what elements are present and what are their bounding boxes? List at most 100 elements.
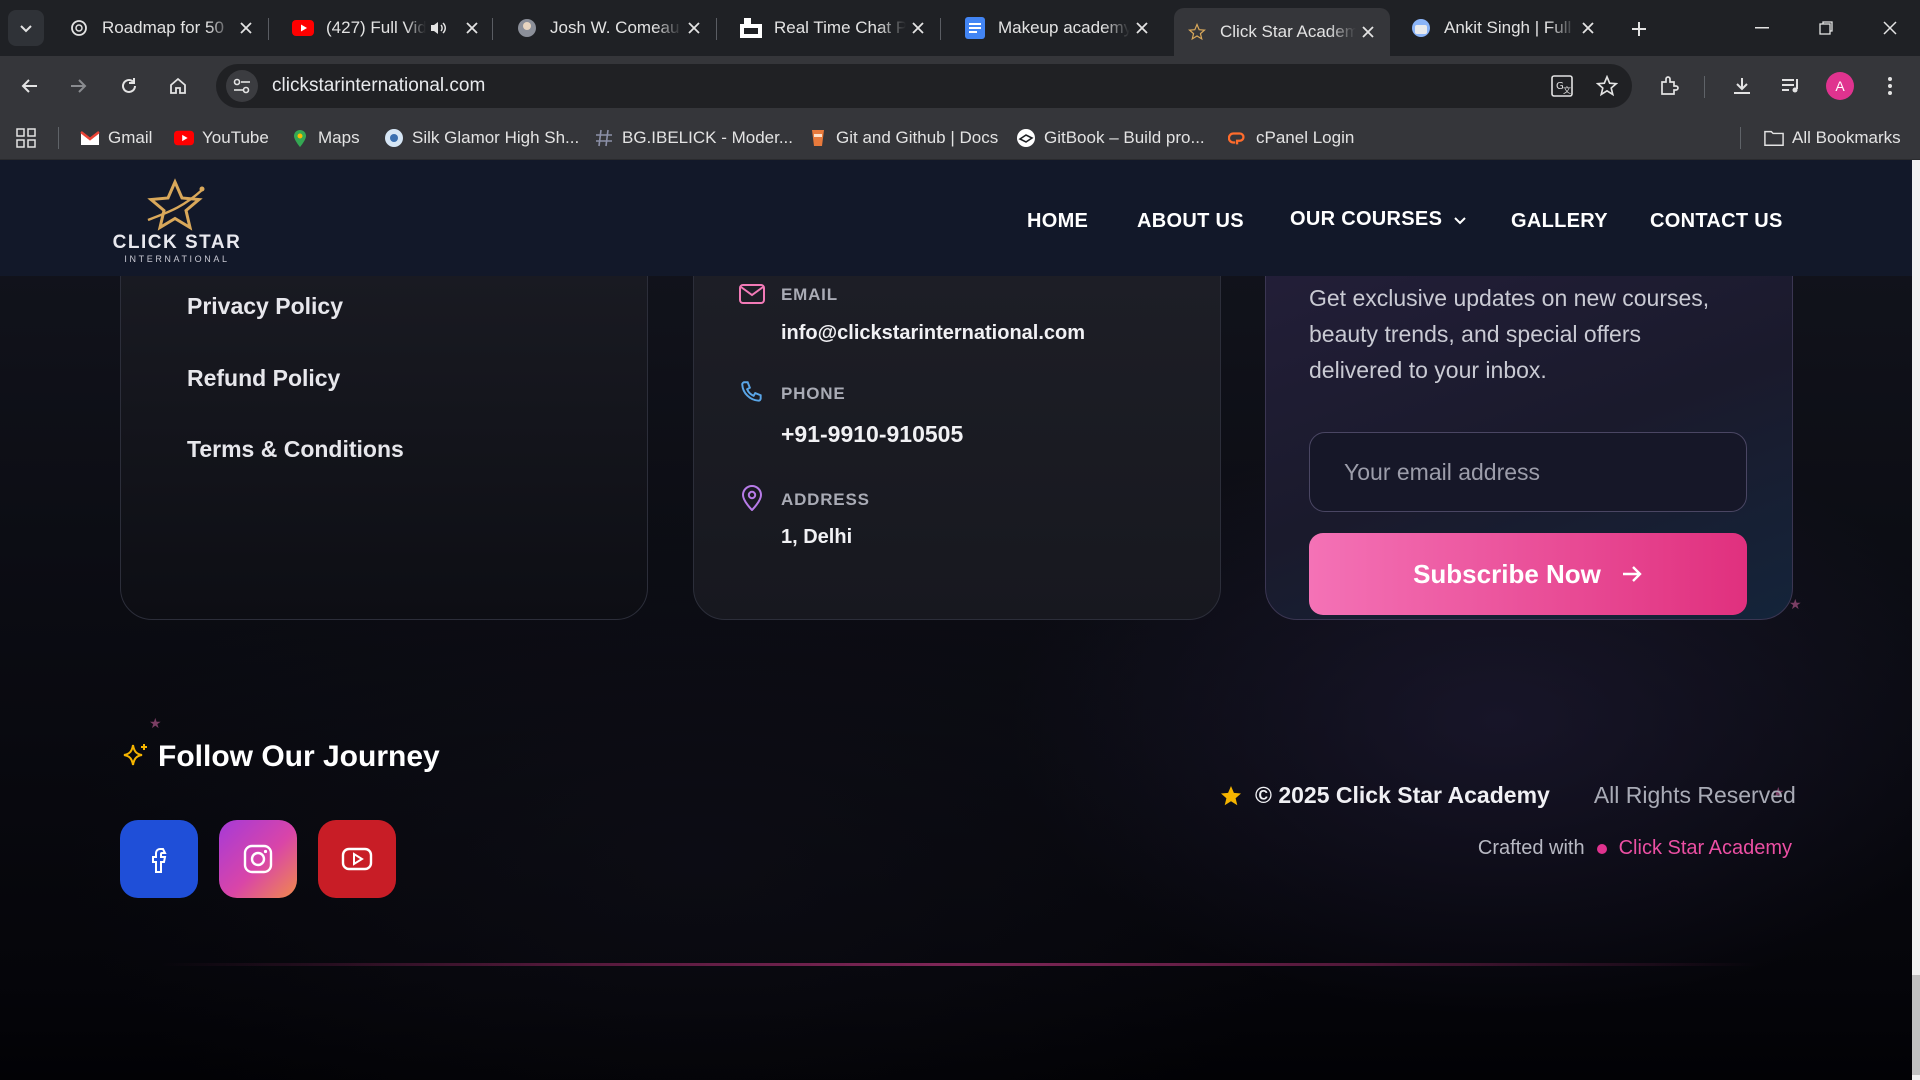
svg-text:文: 文: [1563, 85, 1571, 95]
subscribe-button[interactable]: Subscribe Now: [1309, 533, 1747, 615]
bookmark-bg-ibelick[interactable]: BG.IBELICK - Moder...: [594, 124, 793, 152]
speaker-icon[interactable]: [426, 16, 450, 40]
nav-home[interactable]: HOME: [1027, 210, 1088, 233]
copyright-text: © 2025 Click Star Academy: [1255, 782, 1550, 808]
tab-josh-comeau[interactable]: Josh W. Comeau: [504, 8, 717, 48]
star-icon: [1186, 21, 1208, 43]
cpanel-icon: [1228, 128, 1248, 148]
tab-click-star-academy[interactable]: Click Star Academ: [1174, 8, 1390, 56]
tab-makeup-academy[interactable]: Makeup academy: [952, 8, 1164, 48]
close-tab-icon[interactable]: [906, 16, 930, 40]
extensions-icon[interactable]: [1652, 68, 1688, 104]
all-bookmarks[interactable]: All Bookmarks: [1764, 124, 1901, 152]
reload-icon: [122, 78, 136, 93]
close-tab-icon[interactable]: [1576, 16, 1600, 40]
git-icon: [808, 128, 828, 148]
youtube-icon: [292, 17, 314, 39]
web-page: CLICK STAR INTERNATIONAL HOME ABOUT US O…: [0, 160, 1912, 1080]
page-scrollbar[interactable]: [1912, 160, 1920, 1080]
translate-icon[interactable]: G文: [1546, 70, 1578, 102]
folder-icon: [1764, 128, 1784, 148]
forward-button[interactable]: [60, 68, 96, 104]
privacy-policy-link[interactable]: Privacy Policy: [187, 293, 343, 320]
star-icon: [1221, 785, 1241, 805]
close-window-button[interactable]: [1870, 10, 1910, 46]
profile-avatar[interactable]: A: [1826, 72, 1854, 100]
bookmark-cpanel[interactable]: cPanel Login: [1228, 124, 1354, 152]
youtube-button[interactable]: [318, 820, 396, 898]
chat-app-icon: [740, 17, 762, 39]
nav-gallery[interactable]: GALLERY: [1511, 210, 1608, 233]
newsletter-description: Get exclusive updates on new courses, be…: [1309, 285, 1710, 383]
bookmark-youtube[interactable]: YouTube: [174, 124, 269, 152]
silk-icon: [384, 128, 404, 148]
refund-policy-link[interactable]: Refund Policy: [187, 365, 340, 392]
contact-card: [693, 220, 1221, 620]
copyright-row: © 2025 Click Star Academy All Rights Res…: [1219, 782, 1796, 809]
logo-subtitle: INTERNATIONAL: [124, 254, 230, 264]
instagram-icon: [243, 844, 273, 874]
close-tab-icon[interactable]: [234, 16, 258, 40]
download-icon[interactable]: [1724, 68, 1760, 104]
url-text[interactable]: clickstarinternational.com: [272, 75, 485, 97]
browser-toolbar: clickstarinternational.com G文 A: [0, 56, 1920, 116]
newsletter-email-input[interactable]: [1309, 432, 1747, 512]
gitbook-icon: [1016, 128, 1036, 148]
arrow-right-icon: [71, 79, 87, 93]
site-info-icon[interactable]: [226, 70, 258, 102]
bookmark-silk-glamor[interactable]: Silk Glamor High Sh...: [384, 124, 579, 152]
close-tab-icon[interactable]: [1130, 16, 1154, 40]
crafted-name[interactable]: Click Star Academy: [1619, 837, 1792, 860]
close-tab-icon[interactable]: [460, 16, 484, 40]
location-icon: [738, 484, 766, 512]
reload-button[interactable]: [111, 68, 147, 104]
close-tab-icon[interactable]: [682, 16, 706, 40]
address-bar[interactable]: clickstarinternational.com G文: [216, 64, 1632, 108]
gmail-icon: [80, 128, 100, 148]
restore-button[interactable]: [1806, 10, 1846, 46]
facebook-icon: [152, 848, 167, 873]
sparkle-icon: ★: [1789, 596, 1802, 612]
chevron-down-icon: [20, 25, 32, 33]
tab-youtube-video[interactable]: (427) Full Vid: [280, 8, 493, 48]
bookmark-gmail[interactable]: Gmail: [80, 124, 152, 152]
close-tab-icon[interactable]: [1356, 20, 1380, 44]
terms-link[interactable]: Terms & Conditions: [187, 436, 404, 463]
bookmark-gitbook[interactable]: GitBook – Build pro...: [1016, 124, 1205, 152]
divider-glow: [160, 963, 1760, 966]
phone-value[interactable]: +91-9910-910505: [781, 421, 963, 448]
facebook-button[interactable]: [120, 820, 198, 898]
nav-contact-us[interactable]: CONTACT US: [1650, 210, 1783, 233]
new-tab-button[interactable]: [1624, 14, 1654, 44]
menu-icon[interactable]: [1872, 68, 1908, 104]
arrow-left-icon: [21, 79, 37, 93]
site-header: CLICK STAR INTERNATIONAL HOME ABOUT US O…: [0, 160, 1912, 276]
home-button[interactable]: [160, 68, 196, 104]
media-control-icon[interactable]: [1773, 68, 1809, 104]
email-value[interactable]: info@clickstarinternational.com: [781, 322, 1085, 345]
bookmark-star-icon[interactable]: [1591, 70, 1623, 102]
nav-about-us[interactable]: ABOUT US: [1137, 210, 1244, 233]
instagram-button[interactable]: [219, 820, 297, 898]
maps-icon: [290, 128, 310, 148]
tab-search-button[interactable]: [8, 10, 44, 46]
chatgpt-icon: [68, 17, 90, 39]
chevron-down-icon: [1454, 216, 1466, 224]
back-button[interactable]: [12, 68, 48, 104]
scrollbar-thumb[interactable]: [1912, 975, 1920, 1075]
nav-our-courses[interactable]: OUR COURSES: [1290, 208, 1468, 231]
links-card: [120, 220, 648, 620]
bookmark-git-github[interactable]: Git and Github | Docs: [808, 124, 998, 152]
tab-realtime-chat[interactable]: Real Time Chat P: [728, 8, 941, 48]
phone-label: PHONE: [781, 384, 846, 403]
tab-strip: Roadmap for 50 (427) Full Vid Josh W. Co…: [0, 0, 1920, 56]
bookmark-maps[interactable]: Maps: [290, 124, 360, 152]
site-logo[interactable]: CLICK STAR INTERNATIONAL: [112, 178, 242, 268]
crafted-row: Crafted with Click Star Academy: [1478, 837, 1792, 860]
plus-icon: [1632, 22, 1646, 36]
sparkle-icon: ★: [149, 715, 162, 731]
apps-icon[interactable]: [16, 124, 36, 152]
tab-roadmap[interactable]: Roadmap for 50: [56, 8, 269, 48]
tab-ankit-singh[interactable]: Ankit Singh | Full: [1398, 8, 1610, 48]
minimize-button[interactable]: [1742, 10, 1782, 46]
